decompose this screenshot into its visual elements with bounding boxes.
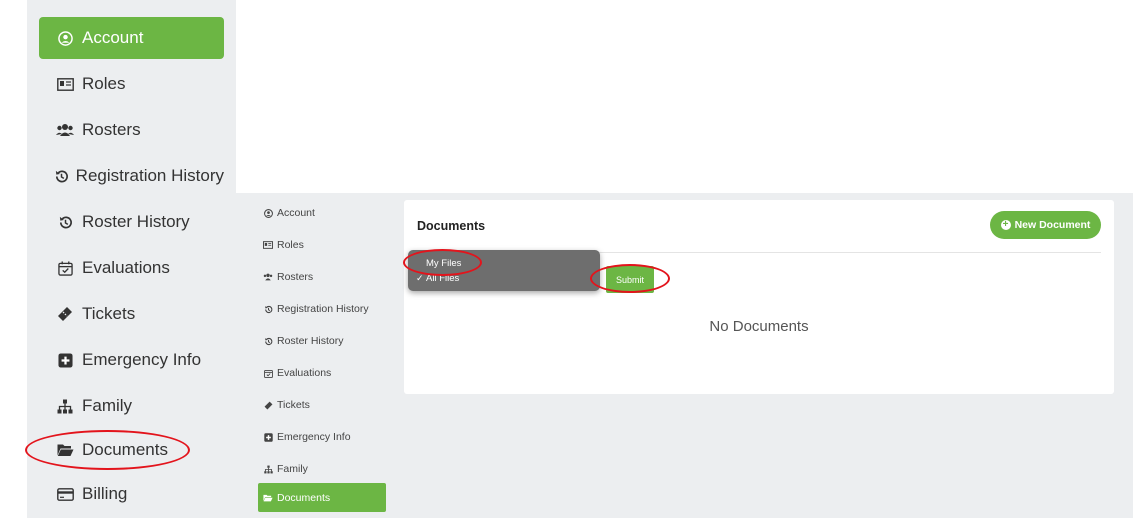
user-circle-icon <box>262 208 274 218</box>
history-icon <box>262 337 274 346</box>
sidebar-item-label: Tickets <box>82 304 136 323</box>
big-sidebar-item-billing[interactable]: Billing <box>39 473 224 515</box>
plus-circle-icon: + <box>1000 220 1011 230</box>
users-icon <box>262 273 274 281</box>
big-sidebar-item-roster-history[interactable]: Roster History <box>39 201 224 243</box>
empty-state-text: No Documents <box>709 318 809 335</box>
history-icon <box>54 215 76 230</box>
sidebar-item-emergency-info[interactable]: Emergency Info <box>258 424 386 450</box>
sidebar-item-label: Rosters <box>277 271 314 283</box>
calendar-check-icon <box>54 260 76 276</box>
calendar-check-icon <box>262 369 274 378</box>
annotation-circle-my-files <box>403 249 482 276</box>
id-card-icon <box>262 241 274 249</box>
sidebar-item-label: Roles <box>82 74 126 93</box>
sidebar-item-label: Evaluations <box>277 367 332 379</box>
sidebar-item-label: Tickets <box>277 399 310 411</box>
sidebar-item-label: Roster History <box>82 212 190 231</box>
annotation-circle-submit <box>590 264 670 293</box>
big-sidebar-item-emergency-info[interactable]: Emergency Info <box>39 339 224 381</box>
sitemap-icon <box>54 399 76 414</box>
sidebar-item-label: Account <box>82 28 144 47</box>
sidebar-item-label: Evaluations <box>82 258 170 277</box>
sidebar-item-account[interactable]: Account <box>258 200 386 226</box>
id-card-icon <box>54 77 76 91</box>
new-document-button[interactable]: + New Document <box>990 211 1101 239</box>
big-sidebar-item-family[interactable]: Family <box>39 385 224 427</box>
sidebar-item-family[interactable]: Family <box>258 456 386 482</box>
sidebar-item-label: Family <box>82 396 133 415</box>
sidebar-item-label: Registration History <box>277 303 369 315</box>
sidebar-item-roster-history[interactable]: Roster History <box>258 328 386 354</box>
documents-panel: Documents + New Document Submit My Files… <box>404 200 1114 394</box>
sidebar-item-rosters[interactable]: Rosters <box>258 264 386 290</box>
ticket-icon <box>262 401 274 410</box>
sitemap-icon <box>262 465 274 474</box>
credit-card-icon <box>54 487 76 501</box>
sidebar-item-label: Emergency Info <box>82 350 202 369</box>
user-circle-icon <box>54 30 76 46</box>
users-icon <box>54 123 76 137</box>
sidebar-item-tickets[interactable]: Tickets <box>258 392 386 418</box>
sidebar-item-label: Billing <box>82 484 128 503</box>
sidebar-item-evaluations[interactable]: Evaluations <box>258 360 386 386</box>
sidebar-item-label: Documents <box>277 491 331 504</box>
history-icon <box>262 305 274 314</box>
sidebar-item-label: Rosters <box>82 120 141 139</box>
sidebar-item-roles[interactable]: Roles <box>258 232 386 258</box>
folder-open-icon <box>262 494 274 502</box>
page-title: Documents <box>417 219 486 233</box>
big-sidebar-item-rosters[interactable]: Rosters <box>39 109 224 151</box>
plus-square-icon <box>54 352 76 368</box>
history-icon <box>54 169 70 184</box>
new-document-label: New Document <box>1014 219 1091 231</box>
big-sidebar-item-roles[interactable]: Roles <box>39 63 224 105</box>
big-sidebar-item-tickets[interactable]: Tickets <box>39 293 224 335</box>
big-sidebar-item-account[interactable]: Account <box>39 17 224 59</box>
big-sidebar-item-registration-history[interactable]: Registration History <box>39 155 224 197</box>
sidebar-item-label: Roles <box>277 239 304 251</box>
big-sidebar-item-evaluations[interactable]: Evaluations <box>39 247 224 289</box>
sidebar-item-documents[interactable]: Documents <box>258 483 386 512</box>
sidebar-item-label: Emergency Info <box>277 431 351 443</box>
sidebar-item-label: Roster History <box>277 335 344 347</box>
annotation-circle-documents <box>25 430 190 470</box>
ticket-icon <box>54 306 76 322</box>
sidebar: Account Roles Rosters Registration Histo… <box>252 200 392 518</box>
sidebar-item-registration-history[interactable]: Registration History <box>258 296 386 322</box>
sidebar-item-label: Family <box>277 463 308 475</box>
plus-square-icon <box>262 432 274 442</box>
sidebar-item-label: Account <box>277 207 315 219</box>
sidebar-item-label: Registration History <box>75 166 224 185</box>
